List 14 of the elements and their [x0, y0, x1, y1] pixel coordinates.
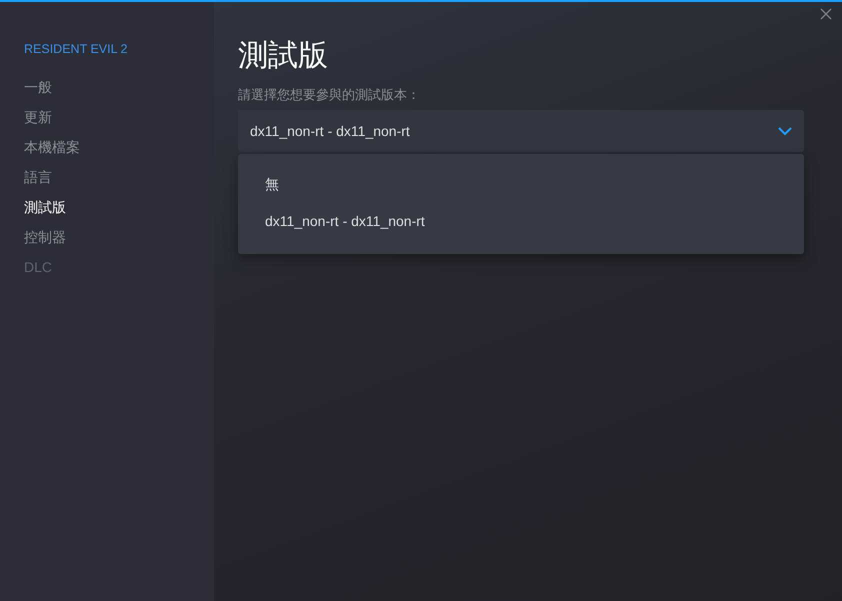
sidebar-item[interactable]: 測試版 — [24, 192, 214, 222]
sidebar-item[interactable]: 本機檔案 — [24, 132, 214, 162]
sidebar-item[interactable]: 控制器 — [24, 222, 214, 252]
branch-dropdown[interactable]: dx11_non-rt - dx11_non-rt — [238, 110, 804, 152]
chevron-icon — [778, 126, 792, 136]
game-title: RESIDENT EVIL 2 — [24, 42, 129, 58]
page-title: 測試版 — [238, 37, 329, 75]
dropdown-option[interactable]: 無 — [238, 166, 804, 203]
dropdown-option[interactable]: dx11_non-rt - dx11_non-rt — [238, 203, 804, 240]
sidebar-item[interactable]: 一般 — [24, 72, 214, 102]
sidebar-item[interactable]: 語言 — [24, 162, 214, 192]
sidebar-item[interactable]: 更新 — [24, 102, 214, 132]
close-button[interactable] — [818, 6, 834, 22]
prompt-label: 請選擇您想要參與的測試版本： — [238, 87, 421, 104]
